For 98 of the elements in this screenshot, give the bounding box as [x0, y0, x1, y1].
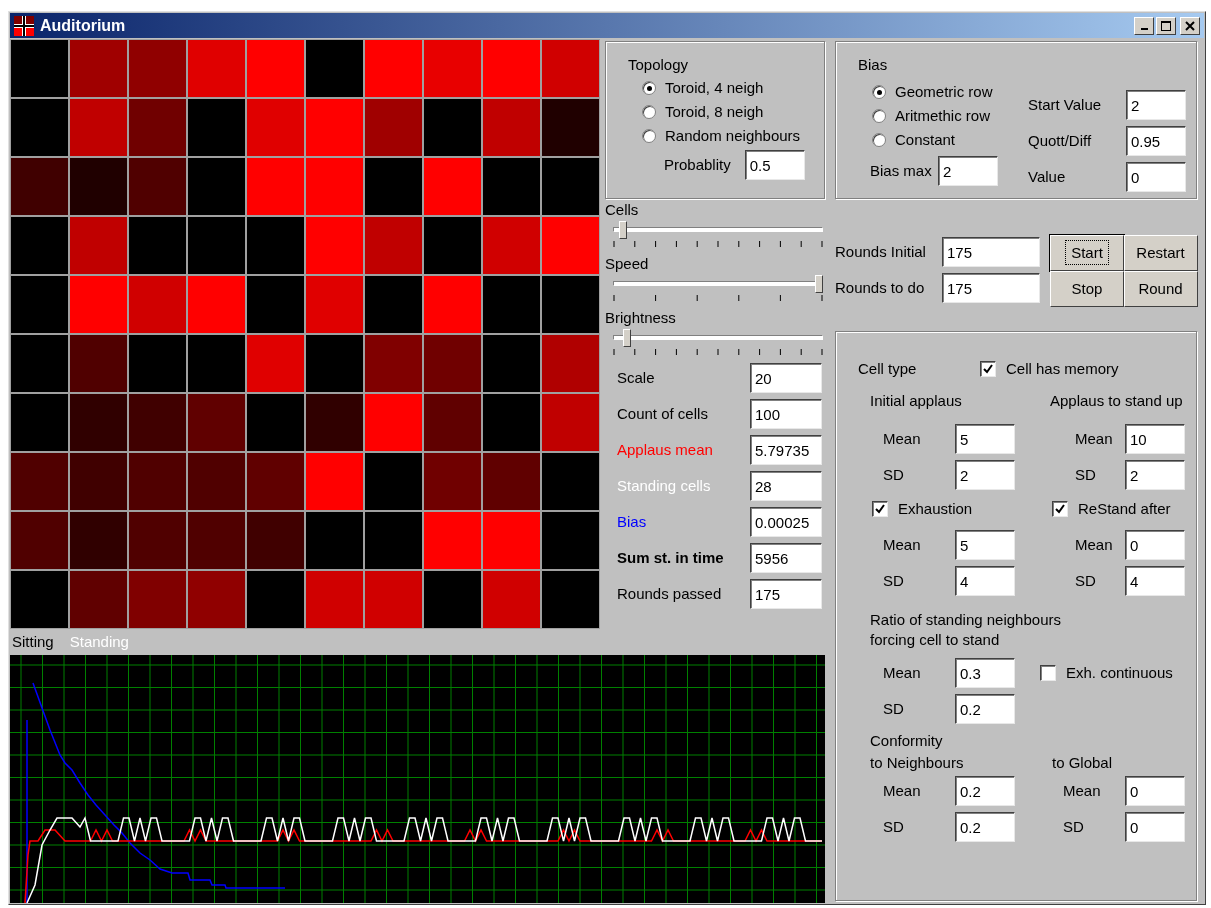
- input-field[interactable]: 0: [1126, 162, 1186, 192]
- window-title: Auditorium: [40, 15, 126, 36]
- field-label: SD: [883, 816, 905, 837]
- input-field[interactable]: 20: [750, 363, 822, 393]
- stat-label: Scale: [617, 367, 656, 388]
- input-field[interactable]: 4: [955, 566, 1015, 596]
- input-field[interactable]: 4: [1125, 566, 1185, 596]
- field-label: Mean: [1063, 780, 1102, 801]
- field-label: SD: [883, 698, 905, 719]
- input-field[interactable]: 5.79735: [750, 435, 822, 465]
- slider-track[interactable]: [613, 329, 823, 347]
- field-label: Mean: [883, 534, 922, 555]
- maximize-icon: [1161, 20, 1171, 31]
- radio-option[interactable]: Toroid, 8 neigh: [642, 100, 824, 124]
- input-field[interactable]: 10: [1125, 424, 1185, 454]
- input-field[interactable]: 28: [750, 471, 822, 501]
- input-field[interactable]: 0.2: [955, 776, 1015, 806]
- minimize-icon: [1140, 27, 1148, 30]
- field-label: Initial applaus: [869, 391, 963, 411]
- action-button[interactable]: Start: [1050, 235, 1124, 271]
- input-field[interactable]: 0: [1125, 776, 1185, 806]
- legend-label: Standing: [69, 631, 129, 652]
- radio-option[interactable]: Constant: [872, 128, 1028, 152]
- input-field[interactable]: 0.2: [955, 694, 1015, 724]
- field-label: Conformity: [869, 731, 944, 751]
- input-field[interactable]: 175: [750, 579, 822, 609]
- field-label: Bias max: [870, 160, 933, 181]
- action-button[interactable]: Stop: [1050, 271, 1124, 307]
- field-label: Brightness: [605, 309, 677, 327]
- input-field[interactable]: 175: [942, 273, 1040, 303]
- input-field[interactable]: 2: [955, 460, 1015, 490]
- ratio-heading: Ratio of standing neighbours forcing cell to stand: [869, 610, 1062, 650]
- field-label: Quott/Diff: [1028, 130, 1093, 151]
- radio-option[interactable]: Random neighbours: [642, 124, 824, 148]
- checkbox-option[interactable]: ReStand after: [1052, 497, 1171, 521]
- field-label: Probablity: [664, 154, 731, 175]
- field-label: Speed: [605, 255, 650, 273]
- radio-option[interactable]: Geometric row: [872, 80, 1028, 104]
- input-field[interactable]: 100: [750, 399, 822, 429]
- field-label: SD: [883, 464, 905, 485]
- field-label: Cells: [605, 201, 640, 219]
- input-field[interactable]: 2: [1126, 90, 1186, 120]
- stat-label: Rounds passed: [617, 583, 723, 604]
- stat-label: Applaus mean: [617, 439, 714, 460]
- stat-label: Sum st. in time: [617, 547, 725, 568]
- app-icon: [14, 15, 34, 36]
- radio-option[interactable]: Aritmethic row: [872, 104, 1028, 128]
- field-label: Mean: [883, 662, 922, 683]
- field-label: SD: [1075, 570, 1097, 591]
- input-field[interactable]: 175: [942, 237, 1040, 267]
- input-field[interactable]: 0.5: [744, 150, 805, 180]
- slider-track[interactable]: [613, 221, 823, 239]
- action-button[interactable]: Restart: [1123, 235, 1198, 271]
- field-label: to Global: [1051, 753, 1114, 773]
- input-field[interactable]: 0.00025: [750, 507, 822, 537]
- input-field[interactable]: 2: [1125, 460, 1185, 490]
- slider-thumb[interactable]: [815, 275, 823, 293]
- field-label: Mean: [883, 780, 922, 801]
- slider-thumb[interactable]: [619, 221, 628, 239]
- input-field[interactable]: 2: [938, 156, 998, 186]
- checkbox-option[interactable]: Cell has memory: [980, 357, 1119, 381]
- field-label: SD: [1063, 816, 1085, 837]
- close-button[interactable]: [1180, 16, 1200, 35]
- field-label: to Neighbours: [869, 753, 965, 773]
- field-label: Applaus to stand up: [1050, 391, 1184, 411]
- checkbox-option[interactable]: Exhaustion: [872, 497, 973, 521]
- field-label: SD: [1075, 464, 1097, 485]
- input-field[interactable]: 0.2: [955, 812, 1015, 842]
- close-icon: [1185, 20, 1195, 31]
- field-label: Mean: [883, 428, 922, 449]
- field-label: Bias: [858, 55, 889, 75]
- stat-label: Bias: [617, 511, 648, 532]
- stat-label: Count of cells: [617, 403, 709, 424]
- field-label: Topology: [628, 55, 690, 75]
- slider-track[interactable]: [613, 275, 823, 293]
- field-label: Mean: [1075, 428, 1114, 449]
- field-label: Start Value: [1028, 94, 1103, 115]
- field-label: Mean: [1075, 534, 1114, 555]
- stat-label: Standing cells: [617, 475, 712, 496]
- field-label: Cell type: [858, 358, 918, 379]
- field-label: Rounds Initial: [835, 241, 927, 262]
- checkbox-option[interactable]: Exh. continuous: [1040, 661, 1173, 685]
- input-field[interactable]: 0: [1125, 530, 1185, 560]
- action-button[interactable]: Round: [1123, 271, 1198, 307]
- radio-option[interactable]: Toroid, 4 neigh: [642, 76, 824, 100]
- slider-thumb[interactable]: [623, 329, 632, 347]
- input-field[interactable]: 0.95: [1126, 126, 1186, 156]
- input-field[interactable]: 0: [1125, 812, 1185, 842]
- input-field[interactable]: 5: [955, 530, 1015, 560]
- legend-label: Sitting: [12, 631, 54, 652]
- input-field[interactable]: 5: [955, 424, 1015, 454]
- field-label: Value: [1028, 166, 1067, 187]
- input-field[interactable]: 5956: [750, 543, 822, 573]
- field-label: SD: [883, 570, 905, 591]
- minimize-button[interactable]: [1134, 16, 1154, 35]
- maximize-button[interactable]: [1156, 16, 1176, 35]
- input-field[interactable]: 0.3: [955, 658, 1015, 688]
- field-label: Rounds to do: [835, 277, 926, 298]
